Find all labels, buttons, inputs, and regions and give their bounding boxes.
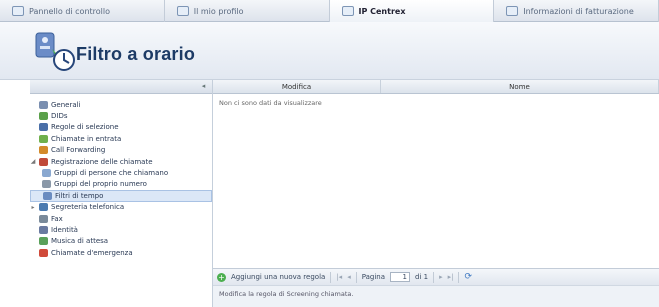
first-page-icon[interactable]: |◂ (336, 273, 342, 281)
sidebar-item-label: Generali (51, 100, 81, 109)
forward-icon (39, 146, 48, 155)
tab-label: Il mio profilo (193, 6, 244, 16)
next-page-icon[interactable]: ▸ (439, 273, 443, 281)
sidebar-item-caller-groups[interactable]: Gruppi di persone che chiamano (30, 167, 212, 178)
sidebar-item-label: Gruppi di persone che chiamano (54, 169, 169, 178)
separator (458, 271, 460, 283)
sidebar-item-fax[interactable]: Fax (30, 213, 212, 224)
expand-icon[interactable]: ▸ (30, 204, 36, 211)
tab-label: Pannello di controllo (29, 6, 111, 16)
rules-grid-panel: Modifica Nome Non ci sono dati da visual… (213, 80, 659, 307)
page-count: di 1 (415, 273, 429, 281)
did-icon (39, 112, 48, 121)
voicemail-icon (39, 203, 48, 212)
billing-icon (506, 6, 519, 16)
identity-icon (39, 225, 48, 234)
page-input[interactable]: 1 (390, 272, 411, 282)
sidebar-header: ◂ (30, 80, 212, 94)
time-filter-icon (43, 191, 52, 200)
sidebar-item-voicemail[interactable]: ▸ Segreteria telefonica (30, 202, 212, 213)
empty-message: Non ci sono dati da visualizzare (219, 99, 322, 107)
page-title: Filtro a orario (76, 44, 196, 64)
tab-ip-centrex[interactable]: IP Centrex (329, 0, 495, 22)
add-icon[interactable]: + (217, 272, 226, 282)
tab-control-panel[interactable]: Pannello di controllo (0, 0, 165, 22)
sidebar-tree: Generali DIDs Regole di selezione Chiama… (30, 94, 212, 258)
sidebar-item-selection-rules[interactable]: Regole di selezione (30, 122, 212, 133)
separator (355, 271, 357, 283)
sidebar-item-identity[interactable]: Identità (30, 224, 212, 235)
sidebar-item-label: Fax (51, 214, 63, 223)
caller-groups-icon (42, 169, 51, 178)
sidebar-item-label: Chiamate d'emergenza (51, 248, 133, 257)
separator (433, 271, 435, 283)
incoming-call-icon (39, 134, 48, 143)
control-panel-icon (12, 6, 24, 16)
recording-icon (39, 157, 48, 166)
sidebar-item-label: Regole di selezione (51, 123, 119, 132)
page-label: Pagina (361, 273, 386, 281)
time-filter-icon (35, 32, 75, 71)
sidebar-item-label: Call Forwarding (51, 146, 106, 155)
sidebar-item-label: Filtri di tempo (55, 191, 104, 200)
sidebar-item-incoming-calls[interactable]: Chiamate in entrata (30, 133, 212, 144)
column-header-name[interactable]: Nome (381, 80, 659, 93)
sidebar-item-emergency-calls[interactable]: Chiamate d'emergenza (30, 247, 212, 258)
collapse-icon[interactable]: ◂ (199, 82, 208, 91)
tab-label: IP Centrex (358, 6, 406, 16)
status-bar: Modifica la regola di Screening chiamata… (213, 285, 659, 307)
last-page-icon[interactable]: ▸| (448, 273, 454, 281)
profile-icon (176, 6, 189, 16)
tab-bar: Pannello di controllo Il mio profilo IP … (0, 0, 659, 22)
sidebar-item-call-forwarding[interactable]: Call Forwarding (30, 145, 212, 156)
sidebar-item-label: Registrazione delle chiamate (51, 157, 153, 166)
sidebar-item-label: Musica di attesa (51, 237, 109, 246)
separator (330, 271, 332, 283)
sidebar-item-label: Chiamate in entrata (51, 134, 122, 143)
sidebar-item-dids[interactable]: DIDs (30, 110, 212, 121)
fax-icon (39, 214, 48, 223)
general-icon (39, 100, 48, 109)
emergency-icon (39, 248, 48, 257)
tab-label: Informazioni di fatturazione (523, 6, 634, 16)
sidebar-item-time-filters[interactable]: Filtri di tempo (30, 190, 212, 202)
expand-icon[interactable]: ◢ (30, 158, 36, 165)
sidebar-item-label: DIDs (51, 112, 68, 121)
sidebar-item-call-recording[interactable]: ◢ Registrazione delle chiamate (30, 156, 212, 167)
phone-icon (341, 6, 354, 16)
sidebar-item-label: Gruppi del proprio numero (54, 180, 147, 189)
column-header-edit[interactable]: Modifica (213, 80, 381, 93)
refresh-icon[interactable]: ⟳ (464, 272, 472, 282)
sidebar-item-hold-music[interactable]: Musica di attesa (30, 236, 212, 247)
grid-toolbar: + Aggiungi una nuova regola |◂ ◂ Pagina … (213, 268, 659, 285)
tab-billing[interactable]: Informazioni di fatturazione (494, 0, 659, 22)
rules-icon (39, 123, 48, 132)
grid-header: Modifica Nome (213, 80, 659, 94)
sidebar-item-label: Identità (51, 225, 78, 234)
sidebar: ◂ Generali DIDs Regole di selezione Chia… (30, 80, 213, 307)
sidebar-item-label: Segreteria telefonica (51, 203, 125, 212)
sidebar-item-number-groups[interactable]: Gruppi del proprio numero (30, 179, 212, 190)
add-rule-button[interactable]: Aggiungi una nuova regola (231, 273, 325, 281)
prev-page-icon[interactable]: ◂ (347, 273, 351, 281)
sidebar-item-general[interactable]: Generali (30, 99, 212, 110)
music-icon (39, 237, 48, 246)
number-groups-icon (42, 180, 51, 189)
tab-my-profile[interactable]: Il mio profilo (165, 0, 330, 22)
page-header: Filtro a orario (0, 22, 659, 80)
